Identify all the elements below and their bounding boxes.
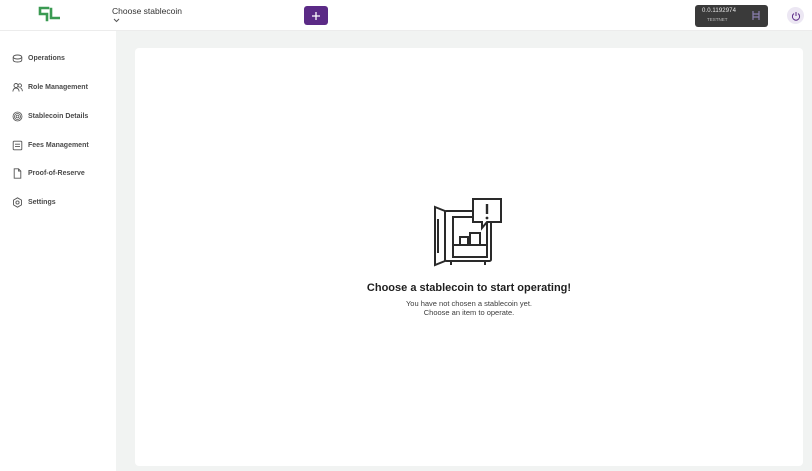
power-icon (791, 11, 800, 21)
hashpack-wallet-icon (752, 11, 760, 20)
network-label: TESTNET (707, 17, 728, 22)
chevron-down-icon[interactable] (113, 18, 120, 23)
document-icon (13, 167, 22, 179)
gear-icon (13, 196, 22, 208)
sidebar-item-label: Proof-of-Reserve (28, 169, 85, 177)
account-id: 0.0.1192974 (702, 8, 737, 14)
sidebar-item-label: Role Management (28, 83, 88, 91)
top-header: Choose stablecoin 0.0.1192974 TESTNET (0, 0, 812, 31)
sidebar (0, 31, 116, 471)
empty-state-title: Choose a stablecoin to start operating! (366, 282, 572, 294)
stablecoin-studio-logo[interactable] (38, 6, 60, 24)
sidebar-item-label: Operations (28, 54, 65, 62)
account-info[interactable]: 0.0.1192974 TESTNET (695, 5, 768, 27)
plus-icon (312, 11, 320, 20)
empty-safe-alert-icon (434, 198, 502, 267)
add-stablecoin-button[interactable] (304, 6, 328, 25)
sidebar-item-role-management[interactable]: Role Management (12, 80, 88, 94)
coins-icon (12, 54, 23, 62)
sidebar-item-settings[interactable]: Settings (12, 195, 56, 209)
sidebar-item-label: Fees Management (28, 141, 89, 149)
sidebar-item-label: Stablecoin Details (28, 112, 89, 120)
sidebar-item-stablecoin-details[interactable]: Stablecoin Details (12, 109, 88, 123)
fingerprint-icon (12, 111, 23, 121)
empty-state-message-line2: Choose an item to operate. (423, 308, 515, 317)
empty-state-message-line1: You have not chosen a stablecoin yet. (405, 299, 533, 308)
sidebar-item-operations[interactable]: Operations (12, 51, 65, 65)
sidebar-item-label: Settings (28, 198, 56, 206)
sidebar-item-proof-of-reserve[interactable]: Proof-of-Reserve (12, 166, 85, 180)
receipt-icon (12, 140, 23, 150)
stablecoin-selector[interactable]: Choose stablecoin (112, 6, 182, 16)
users-icon (12, 82, 23, 92)
disconnect-button[interactable] (787, 7, 804, 24)
sidebar-item-fees-management[interactable]: Fees Management (12, 138, 89, 152)
